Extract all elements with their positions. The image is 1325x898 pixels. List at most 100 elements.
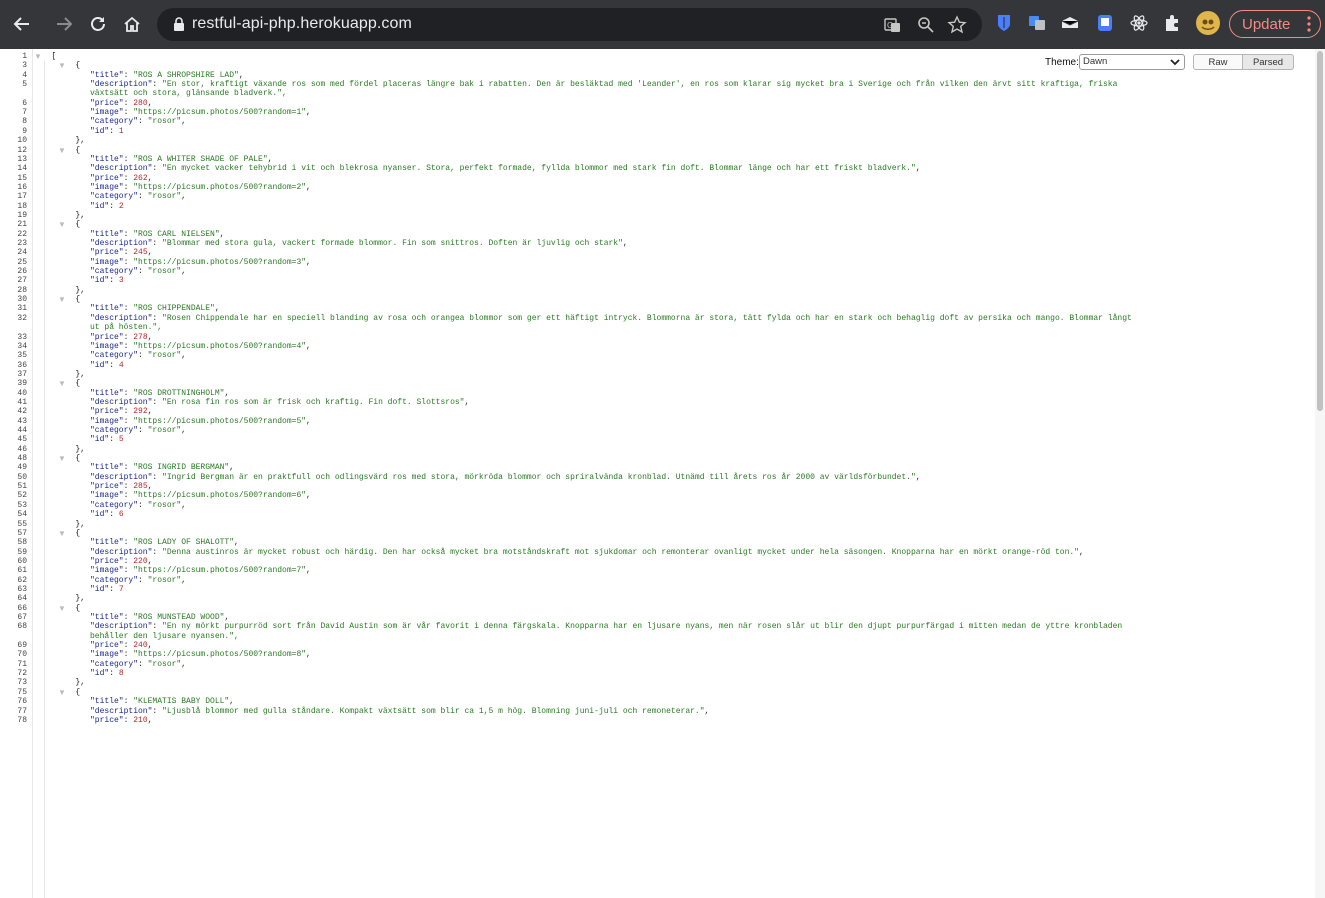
line-number: 60 <box>17 556 27 566</box>
code-line: "price": 220, <box>90 556 153 566</box>
json-string-value: "rosor" <box>147 659 182 669</box>
json-key: "id" <box>90 276 110 286</box>
line-number: 1 <box>22 52 27 61</box>
json-key: "category" <box>90 192 139 202</box>
parsed-button[interactable]: Parsed <box>1243 54 1294 70</box>
line-number: 27 <box>17 276 27 286</box>
update-label: Update <box>1242 15 1291 33</box>
react-devtools-icon[interactable] <box>1129 13 1149 33</box>
line-number: 68 <box>17 622 27 632</box>
forward-icon[interactable] <box>52 12 76 36</box>
translate-extension-icon[interactable] <box>1027 13 1047 33</box>
json-string-value: "https://picsum.photos/500?random=6" <box>133 491 307 501</box>
back-icon[interactable] <box>10 12 34 36</box>
lock-icon[interactable] <box>173 17 185 32</box>
fold-toggle-icon[interactable]: ▼ <box>58 529 66 538</box>
code-line: "image": "https://picsum.photos/500?rand… <box>90 108 311 118</box>
json-key: "price" <box>90 482 124 492</box>
code-line: "description": "Ljusblå blommor med gull… <box>90 706 710 716</box>
code-line: "description": "En mycket vacker tehybri… <box>90 164 921 174</box>
code-line: "price": 292, <box>90 407 153 417</box>
extension-icon[interactable] <box>1095 13 1115 33</box>
fold-toggle-icon[interactable]: ▼ <box>58 295 66 304</box>
line-number: 70 <box>17 650 27 660</box>
line-number: 18 <box>17 201 27 211</box>
translate-icon[interactable]: G <box>882 15 902 35</box>
code-line: ▼ [ <box>34 52 56 61</box>
json-number-value: 8 <box>118 669 124 679</box>
fold-toggle-icon[interactable]: ▼ <box>34 52 42 61</box>
line-number: 8 <box>22 117 27 127</box>
json-string-value: "https://picsum.photos/500?random=5" <box>133 416 307 426</box>
line-number-gutter: 1 3 4 5 6 7 8 9 10 12 13 14 15 16 17 18 19 21 22 23 24 25 26 27… <box>0 49 33 898</box>
fold-toggle-icon[interactable]: ▼ <box>58 146 66 155</box>
json-string-value: "En mycket vacker tehybrid i vit och ble… <box>162 164 916 174</box>
code-line: "price": 245, <box>90 248 153 258</box>
line-number: 19 <box>17 210 27 220</box>
json-string-value: "https://picsum.photos/500?random=8" <box>133 650 307 660</box>
json-string-value: "ROS MUNSTEAD WOOD" <box>133 613 225 622</box>
bitwarden-extension-icon[interactable] <box>994 13 1014 33</box>
json-string-value: "Blommar med stora gula, vackert formade… <box>162 239 623 248</box>
scrollbar-thumb[interactable] <box>1317 51 1323 411</box>
reload-icon[interactable] <box>86 12 110 36</box>
fold-toggle-icon[interactable]: ▼ <box>58 61 66 70</box>
line-number: 52 <box>17 491 27 501</box>
json-key: "description" <box>90 706 153 716</box>
code-line: "title": "ROS CHIPPENDALE", <box>90 304 220 314</box>
fold-toggle-icon[interactable]: ▼ <box>58 688 66 697</box>
raw-button[interactable]: Raw <box>1193 54 1243 70</box>
theme-label: Theme: <box>1045 57 1079 68</box>
profile-avatar-icon[interactable] <box>1196 11 1220 35</box>
zoom-icon[interactable] <box>916 15 936 35</box>
line-number: 24 <box>17 248 27 258</box>
line-number: 48 <box>17 454 27 464</box>
more-vert-icon[interactable] <box>1307 16 1311 32</box>
json-string-value: "rosor" <box>147 192 182 202</box>
fold-toggle-icon[interactable]: ▼ <box>58 454 66 463</box>
theme-select[interactable]: Dawn <box>1079 54 1185 70</box>
browser-toolbar: restful-api-php.herokuapp.com G Update <box>0 0 1325 49</box>
address-bar[interactable]: restful-api-php.herokuapp.com G <box>157 8 982 41</box>
update-button[interactable]: Update <box>1229 10 1321 38</box>
code-line: ut på hösten.", <box>90 323 162 332</box>
json-key: "description" <box>90 622 153 632</box>
extension-icon[interactable] <box>1060 13 1080 33</box>
fold-toggle-icon[interactable]: ▼ <box>58 220 66 229</box>
json-key: "image" <box>90 341 124 351</box>
url-text[interactable]: restful-api-php.herokuapp.com <box>192 15 412 33</box>
home-icon[interactable] <box>120 12 144 36</box>
json-string-value: "rosor" <box>147 267 182 277</box>
json-string-continuation: växtsätt och stora, glänsande bladverk."… <box>90 89 287 99</box>
json-key: "title" <box>90 697 124 707</box>
fold-toggle-icon[interactable]: ▼ <box>58 604 66 613</box>
json-key: "image" <box>90 416 124 426</box>
json-key: "title" <box>90 463 124 473</box>
line-number: 15 <box>17 173 27 183</box>
line-number: 7 <box>22 108 27 118</box>
line-number: 4 <box>22 70 27 80</box>
json-number-value: 2 <box>118 201 124 211</box>
json-key: "price" <box>90 715 124 725</box>
line-number: 12 <box>17 145 27 155</box>
line-number: 35 <box>17 351 27 361</box>
json-key: "image" <box>90 566 124 576</box>
line-number: 59 <box>17 547 27 557</box>
json-key: "id" <box>90 201 110 211</box>
parsed-label: Parsed <box>1252 56 1284 68</box>
json-key: "description" <box>90 164 153 174</box>
json-viewer: 1 3 4 5 6 7 8 9 10 12 13 14 15 16 17 18 19 21 22 23 24 25 26 27… <box>0 49 1325 898</box>
json-key: "image" <box>90 182 124 192</box>
json-number-value: 262 <box>133 173 148 183</box>
code-line: "description": "Rosen Chippendale har en… <box>90 313 1132 323</box>
line-number: 45 <box>17 435 27 445</box>
line-number: 55 <box>17 519 27 529</box>
json-key: "id" <box>90 510 110 520</box>
json-key: "image" <box>90 108 124 118</box>
code-line: "title": "ROS CARL NIELSEN", <box>90 229 225 239</box>
json-string-value: "Denna austinros är mycket robust och hä… <box>162 547 1079 557</box>
fold-toggle-icon[interactable]: ▼ <box>58 379 66 388</box>
json-string-value: "En stor, kraftigt växande ros som med f… <box>162 80 1118 90</box>
puzzle-extensions-icon[interactable] <box>1162 13 1182 33</box>
bookmark-star-icon[interactable] <box>947 15 967 35</box>
